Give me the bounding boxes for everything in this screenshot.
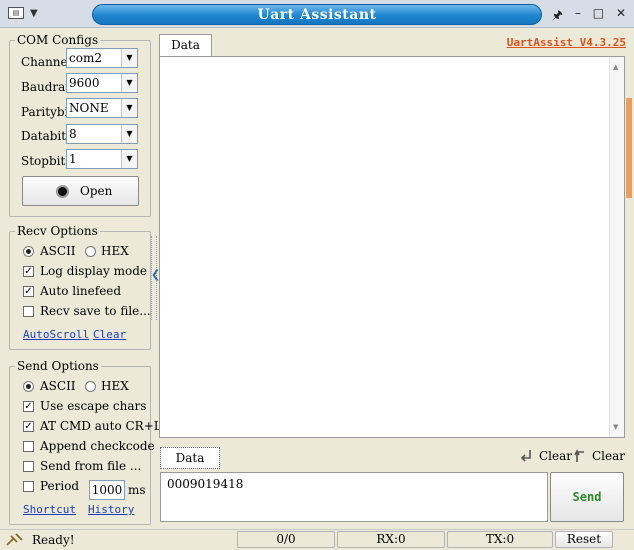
counter-status: 0/0 — [237, 531, 335, 548]
auto-linefeed-checkbox[interactable]: ✓ — [23, 286, 34, 297]
log-display-checkbox[interactable]: ✓ — [23, 266, 34, 277]
minimize-button[interactable]: – — [575, 6, 581, 22]
at-cmd-checkbox[interactable]: ✓ — [23, 421, 34, 432]
checkcode-label: Append checkcode — [40, 439, 155, 453]
recv-save-checkbox[interactable] — [23, 306, 34, 317]
send-from-file-checkbox[interactable] — [23, 461, 34, 472]
clear-up-button[interactable]: Clear — [572, 447, 625, 465]
chevron-down-icon: ▼ — [121, 150, 137, 168]
stopbits-label: Stopbits — [21, 154, 72, 168]
autoscroll-link[interactable]: AutoScroll — [23, 328, 89, 341]
window-title: Uart Assistant — [92, 4, 542, 25]
rx-count: RX:0 — [337, 531, 445, 548]
paritybits-select[interactable]: NONE ▼ — [66, 98, 138, 118]
scroll-up-icon[interactable]: ▲ — [613, 63, 618, 71]
send-hex-radio[interactable] — [85, 381, 96, 392]
period-unit-label: ms — [128, 483, 146, 497]
port-status-icon — [56, 185, 69, 198]
recv-ascii-label: ASCII — [40, 244, 76, 258]
system-menu[interactable]: ▤ ▼ — [4, 4, 48, 22]
scroll-down-icon[interactable]: ▼ — [613, 423, 618, 431]
shortcut-link[interactable]: Shortcut — [23, 503, 76, 516]
period-checkbox[interactable] — [23, 481, 34, 492]
clear-up-label: Clear — [592, 449, 626, 463]
channel-value: com2 — [69, 51, 102, 65]
recv-clear-link[interactable]: Clear — [93, 328, 126, 341]
panel-splitter[interactable]: ❮ — [151, 236, 160, 320]
connection-icon — [6, 532, 23, 546]
send-button[interactable]: Send — [550, 472, 624, 522]
send-ascii-label: ASCII — [40, 379, 76, 393]
databits-label: Databits — [21, 129, 73, 143]
ready-status: Ready! — [6, 531, 75, 548]
paritybits-value: NONE — [69, 101, 109, 115]
checkcode-checkbox[interactable] — [23, 441, 34, 452]
send-options-legend: Send Options — [17, 359, 99, 373]
com-configs-legend: COM Configs — [17, 33, 99, 47]
open-button[interactable]: Open — [22, 176, 139, 206]
data-log-area[interactable] — [159, 56, 625, 438]
tab-data-send[interactable]: Data Send — [160, 447, 220, 485]
send-ascii-radio[interactable] — [23, 381, 34, 392]
period-input[interactable]: 1000 — [89, 480, 125, 500]
chevron-down-icon: ▼ — [121, 99, 137, 117]
databits-select[interactable]: 8 ▼ — [66, 124, 138, 144]
version-link[interactable]: UartAssist V4.3.25 — [498, 36, 626, 49]
edge-scroll-thumb — [626, 98, 632, 198]
open-button-label: Open — [80, 184, 113, 198]
escape-chars-label: Use escape chars — [40, 399, 147, 413]
databits-value: 8 — [69, 127, 77, 141]
up-arrow-icon — [574, 449, 584, 462]
baudrate-value: 9600 — [69, 76, 100, 90]
auto-linefeed-label: Auto linefeed — [40, 284, 122, 298]
recv-options-legend: Recv Options — [17, 224, 98, 238]
pin-icon[interactable]: 🖈 — [552, 6, 563, 22]
clear-send-button[interactable]: Clear — [519, 447, 572, 465]
send-hex-label: HEX — [101, 379, 129, 393]
tab-data-log[interactable]: Data log — [159, 34, 212, 72]
log-scrollbar[interactable]: ▲ ▼ — [609, 57, 624, 437]
ready-label: Ready! — [32, 532, 75, 547]
recv-save-label: Recv save to file... — [40, 304, 151, 318]
recv-hex-label: HEX — [101, 244, 129, 258]
baudrate-select[interactable]: 9600 ▼ — [66, 73, 138, 93]
recv-ascii-radio[interactable] — [23, 246, 34, 257]
send-from-file-label: Send from file ... — [40, 459, 142, 473]
log-display-label: Log display mode — [40, 264, 148, 278]
history-link[interactable]: History — [88, 503, 134, 516]
chevron-down-icon: ▼ — [121, 125, 137, 143]
channel-label: Channel — [21, 55, 72, 69]
send-input[interactable]: 0009019418 — [160, 472, 548, 522]
return-arrow-icon — [520, 450, 531, 462]
escape-chars-checkbox[interactable]: ✓ — [23, 401, 34, 412]
close-button[interactable]: ✕ — [616, 6, 626, 22]
channel-select[interactable]: com2 ▼ — [66, 48, 138, 68]
menu-dropdown-icon: ▼ — [30, 7, 38, 19]
maximize-button[interactable]: □ — [593, 6, 604, 22]
chevron-down-icon: ▼ — [121, 49, 137, 67]
recv-hex-radio[interactable] — [85, 246, 96, 257]
tx-count: TX:0 — [447, 531, 553, 548]
clear-send-label: Clear — [539, 449, 573, 463]
window-controls: 🖈 – □ ✕ — [546, 6, 632, 22]
stopbits-value: 1 — [69, 152, 77, 166]
reset-button[interactable]: Reset — [555, 531, 613, 548]
app-icon: ▤ — [8, 7, 24, 19]
at-cmd-label: AT CMD auto CR+L — [40, 419, 162, 433]
period-label: Period — [40, 479, 80, 493]
chevron-down-icon: ▼ — [121, 74, 137, 92]
stopbits-select[interactable]: 1 ▼ — [66, 149, 138, 169]
